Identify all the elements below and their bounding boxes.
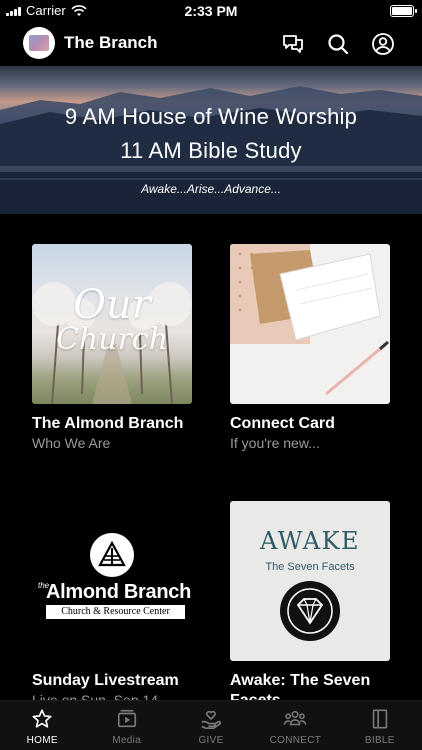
almond-branch-text: Almond Branch [46,581,191,603]
tab-bible[interactable]: BIBLE [338,701,422,750]
church-logo-avatar[interactable] [23,27,55,59]
tab-label: HOME [26,735,58,746]
banner-line-2: 11 AM Bible Study [120,138,302,163]
card-awake-seven-facets[interactable]: AWAKE The Seven Facets Awake: The Seven … [230,501,390,711]
almond-branch-logo-image: the Almond Branch Church & Resource Cent… [32,501,192,661]
resource-center-text: Church & Resource Center [46,605,185,619]
banner-tagline: Awake...Arise...Advance... [141,182,281,196]
tree-logo-icon [90,533,134,577]
awake-image: AWAKE The Seven Facets [230,501,390,661]
connect-card-image [230,244,390,404]
tab-media[interactable]: Media [84,701,168,750]
tab-label: GIVE [198,735,224,746]
play-icon [115,707,139,731]
app-title: The Branch [64,33,158,52]
card-connect-card[interactable]: Connect Card If you're new... [230,244,390,452]
battery-icon [390,5,417,17]
chat-bubbles-icon[interactable] [280,31,306,57]
app-header: The Branch [0,24,422,64]
account-icon[interactable] [370,31,396,57]
card-sunday-livestream[interactable]: the Almond Branch Church & Resource Cent… [32,501,192,709]
give-icon [199,707,223,731]
church-text: Church [55,322,169,357]
tab-label: BIBLE [364,735,395,746]
tab-label: Media [112,735,141,746]
status-bar: Carrier 2:33 PM [0,0,422,22]
star-icon [30,707,54,731]
our-church-image: Our Church [32,244,192,404]
awake-subtitle-text: The Seven Facets [265,561,355,573]
card-almond-branch[interactable]: Our Church The Almond Branch Who We Are [32,244,192,452]
tab-label: CONNECT [269,735,322,746]
card-title: Sunday Livestream [32,672,179,689]
tab-home[interactable]: HOME [0,701,84,750]
banner-line-1: 9 AM House of Wine Worship [64,104,358,129]
awake-title-text: AWAKE [259,527,361,555]
status-time: 2:33 PM [184,3,238,19]
card-subtitle: If you're new... [230,435,320,451]
card-subtitle: Who We Are [32,435,111,451]
tab-give[interactable]: GIVE [169,701,253,750]
card-title: The Almond Branch [32,415,184,432]
diamond-emblem-icon [280,581,340,641]
service-times-banner[interactable]: 9 AM House of Wine Worship 11 AM Bible S… [0,66,422,214]
tab-connect[interactable]: CONNECT [253,701,337,750]
bottom-tab-bar: HOME Media GIVE CONNECT BIBLE [0,700,422,750]
card-title: Connect Card [230,415,335,432]
search-icon[interactable] [325,31,351,57]
book-icon [368,707,392,731]
people-icon [283,707,307,731]
